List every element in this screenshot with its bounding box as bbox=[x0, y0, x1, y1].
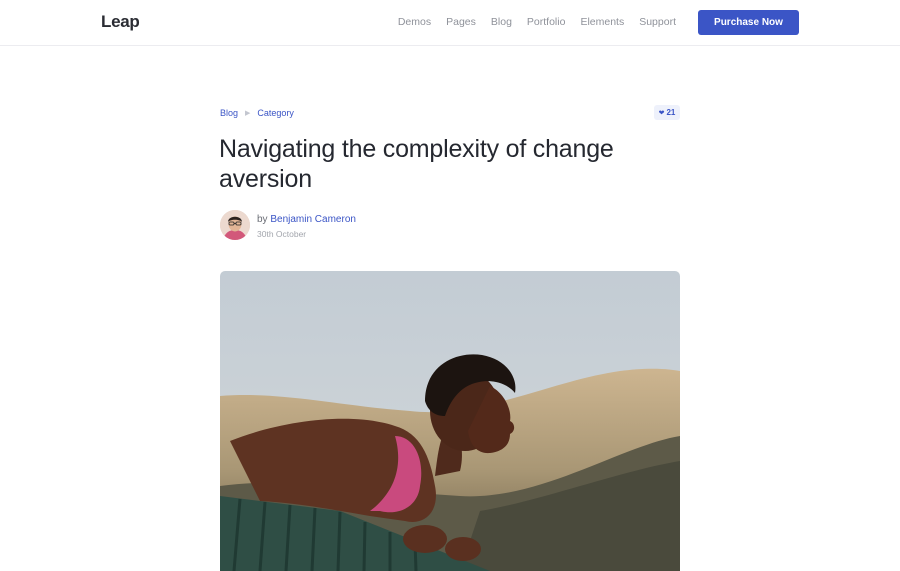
nav-item-pages[interactable]: Pages bbox=[446, 16, 476, 28]
author-prefix: by bbox=[257, 214, 268, 225]
like-count: 21 bbox=[666, 108, 676, 117]
nav-item-portfolio[interactable]: Portfolio bbox=[527, 16, 566, 28]
nav-item-elements[interactable]: Elements bbox=[580, 16, 624, 28]
breadcrumb: Blog ▶ Category bbox=[220, 108, 294, 118]
heart-icon: ❤ bbox=[658, 109, 665, 117]
triangle-right-icon: ▶ bbox=[245, 110, 251, 117]
nav-item-demos[interactable]: Demos bbox=[398, 16, 431, 28]
post-date: 30th October bbox=[257, 229, 307, 239]
article-hero-image bbox=[220, 271, 680, 571]
author-name-link[interactable]: Benjamin Cameron bbox=[270, 214, 356, 225]
site-logo[interactable]: Leap bbox=[101, 12, 140, 32]
main-nav: Demos Pages Blog Portfolio Elements Supp… bbox=[398, 16, 676, 28]
like-badge[interactable]: ❤ 21 bbox=[654, 105, 680, 120]
author-line: by Benjamin Cameron bbox=[257, 214, 356, 225]
breadcrumb-category-link[interactable]: Category bbox=[257, 108, 294, 118]
nav-item-support[interactable]: Support bbox=[639, 16, 676, 28]
top-navbar: Leap Demos Pages Blog Portfolio Elements… bbox=[0, 0, 900, 46]
purchase-now-button[interactable]: Purchase Now bbox=[698, 10, 799, 35]
article-title: Navigating the complexity of change aver… bbox=[219, 135, 614, 193]
author-avatar[interactable] bbox=[220, 210, 250, 240]
nav-item-blog[interactable]: Blog bbox=[491, 16, 512, 28]
breadcrumb-blog-link[interactable]: Blog bbox=[220, 108, 238, 118]
